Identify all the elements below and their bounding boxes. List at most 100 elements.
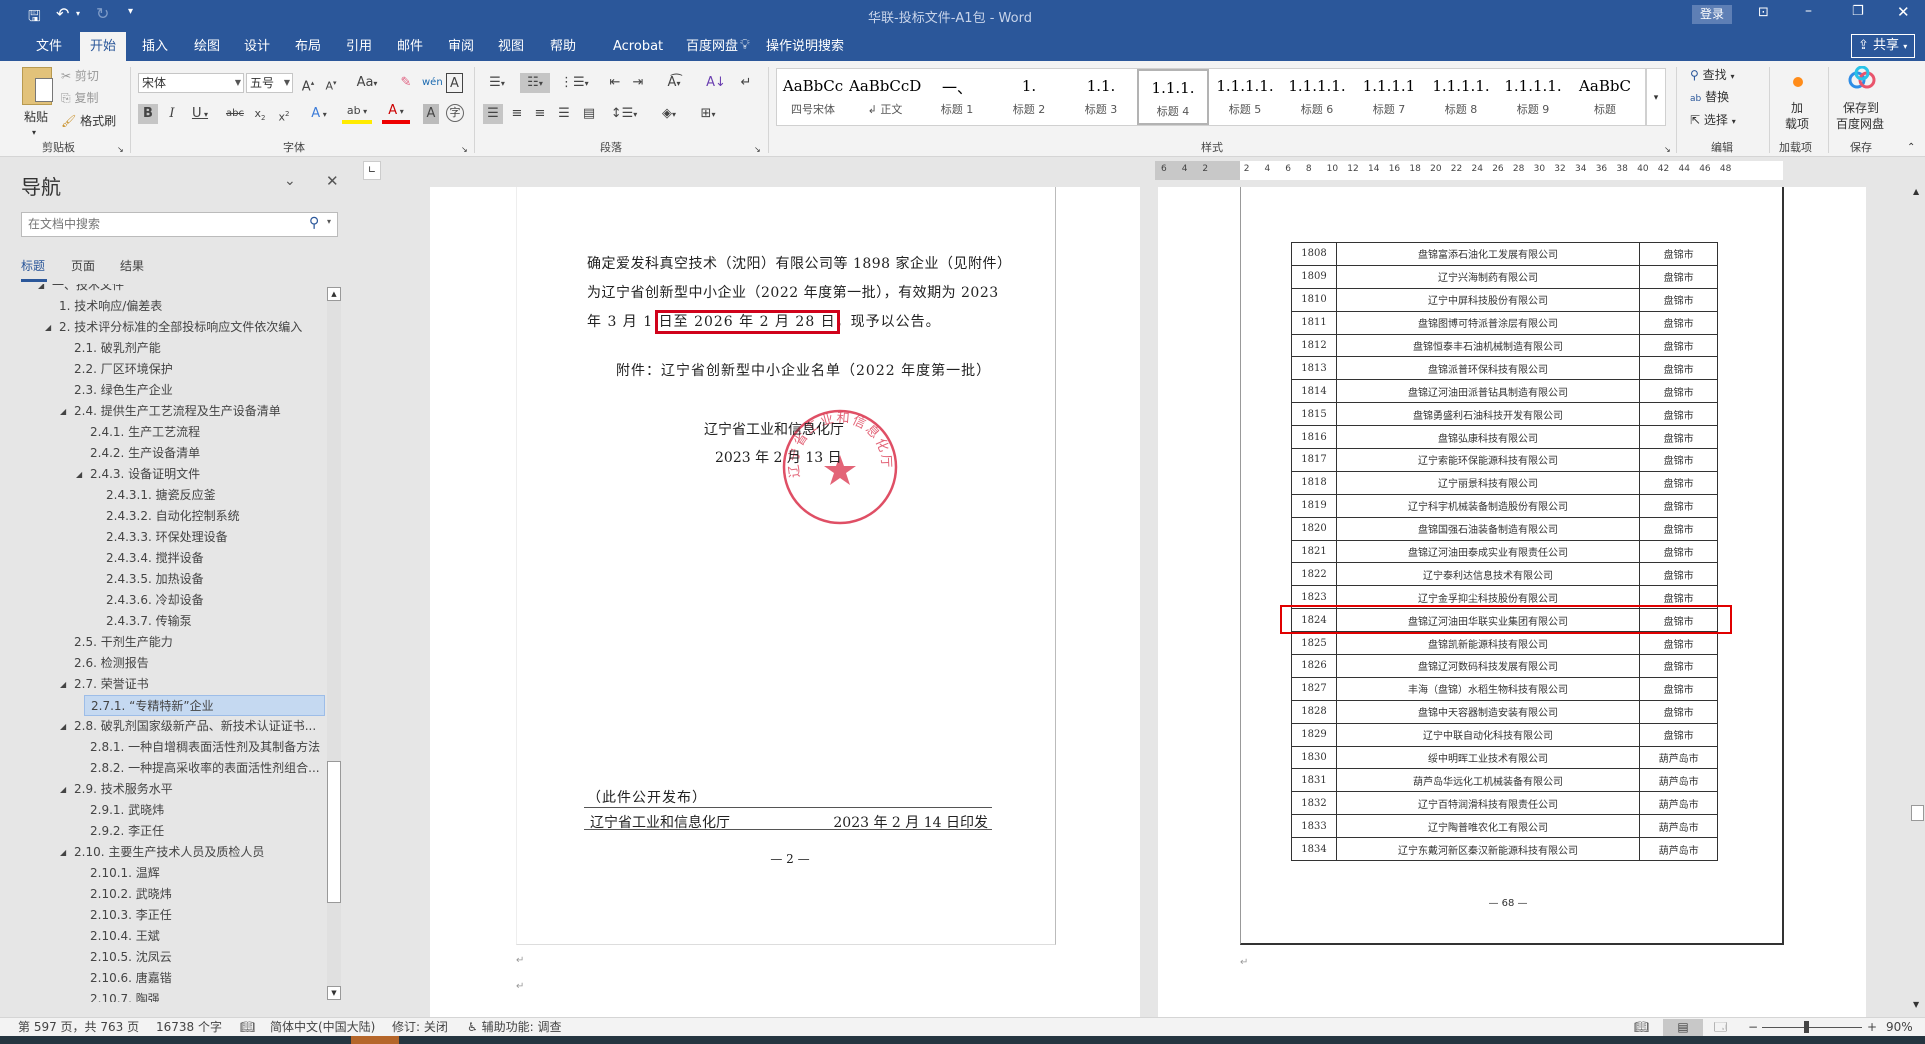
collapse-triangle-icon[interactable]: ◢ bbox=[60, 674, 66, 695]
nav-heading-item[interactable]: 2.4.3.6. 冷却设备 bbox=[0, 590, 325, 611]
nav-heading-item[interactable]: 2.6. 检测报告 bbox=[0, 653, 325, 674]
zoom-slider-thumb[interactable] bbox=[1804, 1021, 1810, 1033]
nav-heading-item[interactable]: 1. 技术响应/偏差表 bbox=[0, 296, 325, 317]
superscript-icon[interactable]: x2 bbox=[276, 104, 292, 124]
align-center-icon[interactable]: ≡ bbox=[508, 104, 526, 124]
web-layout-icon[interactable]: 🗔︎ bbox=[1714, 1019, 1727, 1036]
subscript-icon[interactable]: x2 bbox=[252, 104, 268, 124]
sort-icon[interactable]: A↓ bbox=[706, 73, 726, 93]
collapse-triangle-icon[interactable]: ◢ bbox=[60, 716, 66, 737]
nav-heading-item[interactable]: ◢ 2. 技术评分标准的全部投标响应文件依次编入 bbox=[0, 317, 325, 338]
nav-tab-0[interactable]: 标题 bbox=[21, 257, 45, 274]
bullets-icon[interactable]: ☰▾ bbox=[484, 73, 510, 93]
document-scrollbar[interactable]: ▲ ▼ bbox=[1910, 187, 1925, 1017]
close-icon[interactable]: ✕ bbox=[1897, 3, 1910, 21]
strikethrough-icon[interactable]: abc bbox=[222, 104, 248, 124]
collapse-triangle-icon[interactable]: ◢ bbox=[45, 317, 51, 338]
font-name-combo[interactable]: 宋体 ▼ bbox=[138, 73, 244, 93]
tab-6[interactable]: 引用 bbox=[334, 32, 372, 61]
format-painter-button[interactable]: 🖌︎ 格式刷 bbox=[61, 112, 116, 130]
chevron-down-icon[interactable]: ▾ bbox=[327, 217, 331, 226]
tab-9[interactable]: 视图 bbox=[486, 32, 524, 61]
numbering-icon[interactable]: ☷▾ bbox=[520, 73, 550, 93]
proofing-icon[interactable]: 📖︎ bbox=[240, 1019, 255, 1036]
collapse-triangle-icon[interactable]: ◢ bbox=[76, 464, 82, 485]
chevron-down-icon[interactable]: ⌄ bbox=[284, 173, 296, 189]
language[interactable]: 简体中文(中国大陆) bbox=[270, 1019, 375, 1036]
underline-icon[interactable]: U ▾ bbox=[187, 104, 213, 124]
increase-indent-icon[interactable]: ⇥ bbox=[629, 73, 647, 93]
save-to-baidu-line2[interactable]: 百度网盘 bbox=[1836, 115, 1884, 133]
nav-search-box[interactable]: ⚲ ▾ bbox=[21, 212, 338, 237]
tab-12[interactable]: 百度网盘 bbox=[674, 32, 738, 61]
login-button[interactable]: 登录 bbox=[1692, 5, 1732, 24]
tab-2[interactable]: 插入 bbox=[130, 32, 168, 61]
style-item[interactable]: 1.1.1.1. 标题 9 bbox=[1497, 69, 1569, 125]
style-item[interactable]: 1. 标题 2 bbox=[993, 69, 1065, 125]
scroll-up-icon[interactable]: ▲ bbox=[327, 287, 341, 301]
tab-5[interactable]: 布局 bbox=[283, 32, 321, 61]
horizontal-ruler[interactable]: 6 4 2 2 4 6 8 10 12 14 16 18 20 22 24 26 28 30 32 34 36 38 40 4… bbox=[1155, 161, 1783, 180]
nav-heading-item[interactable]: ◢ 2.8. 破乳剂国家级新产品、新技术认证证书... bbox=[0, 716, 325, 737]
nav-heading-item[interactable]: ◢ 2.9. 技术服务水平 bbox=[0, 779, 325, 800]
word-count[interactable]: 16738 个字 bbox=[156, 1019, 222, 1036]
nav-heading-item[interactable]: 2.10.5. 沈凤云 bbox=[0, 947, 325, 968]
nav-tab-2[interactable]: 结果 bbox=[120, 257, 144, 274]
nav-heading-item[interactable]: 2.4.3.1. 搪瓷反应釜 bbox=[0, 485, 325, 506]
undo-icon[interactable]: ↶ bbox=[56, 4, 69, 23]
nav-heading-item[interactable]: 2.9.2. 李正任 bbox=[0, 821, 325, 842]
scroll-thumb[interactable] bbox=[327, 761, 341, 903]
chinese-layout-icon[interactable]: A͡▾ bbox=[660, 73, 688, 93]
restore-icon[interactable]: ❐ bbox=[1852, 4, 1864, 19]
nav-heading-item[interactable]: 2.10.7. 陶强 bbox=[0, 989, 325, 1002]
undo-dropdown-icon[interactable]: ▾ bbox=[76, 9, 80, 18]
font-size-combo[interactable]: 五号 ▼ bbox=[246, 73, 293, 93]
style-item[interactable]: AaBbCcDdI ↲ 正文 bbox=[849, 69, 921, 125]
tab-1[interactable]: 开始 bbox=[80, 32, 127, 61]
nav-heading-item[interactable]: 2.4.3.7. 传输泵 bbox=[0, 611, 325, 632]
nav-heading-item[interactable]: 2.8.1. 一种自增稠表面活性剂及其制备方法 bbox=[0, 737, 325, 758]
chevron-down-icon[interactable]: ▼ bbox=[235, 74, 241, 92]
addins-icon[interactable] bbox=[1793, 77, 1803, 87]
paste-dropdown-icon[interactable]: ▾ bbox=[32, 124, 36, 142]
character-shading-icon[interactable]: A bbox=[423, 104, 439, 124]
nav-scrollbar[interactable]: ▲ ▼ bbox=[327, 287, 341, 1000]
zoom-in-button[interactable]: + bbox=[1867, 1019, 1877, 1036]
replace-button[interactable]: ab 替换 bbox=[1690, 88, 1729, 108]
style-item[interactable]: 1.1. 标题 3 bbox=[1065, 69, 1137, 125]
nav-heading-item[interactable]: ◢ 2.10. 主要生产技术人员及质检人员 bbox=[0, 842, 325, 863]
accessibility-status[interactable]: ♿︎ 辅助功能: 调查 bbox=[467, 1019, 561, 1036]
nav-heading-item[interactable]: 2.10.3. 李正任 bbox=[0, 905, 325, 926]
collapse-triangle-icon[interactable]: ◢ bbox=[60, 401, 66, 422]
shading-icon[interactable]: ◈▾ bbox=[655, 104, 683, 124]
text-effects-icon[interactable]: A ▾ bbox=[306, 104, 332, 124]
scroll-thumb[interactable] bbox=[1911, 805, 1924, 821]
tab-7[interactable]: 邮件 bbox=[385, 32, 423, 61]
nav-heading-item[interactable]: 2.4.3.4. 搅拌设备 bbox=[0, 548, 325, 569]
tab-3[interactable]: 绘图 bbox=[182, 32, 220, 61]
nav-heading-item[interactable]: 2.8.2. 一种提高采收率的表面活性剂组合... bbox=[0, 758, 325, 779]
style-item[interactable]: 1.1.1.1 标题 7 bbox=[1353, 69, 1425, 125]
share-button[interactable]: ⇪ 共享 ▾ bbox=[1851, 34, 1915, 58]
highlight-color-icon[interactable]: ab ▾ bbox=[342, 104, 372, 124]
customize-qat-icon[interactable]: ▾ bbox=[128, 6, 133, 17]
print-layout-icon[interactable]: ▤ bbox=[1663, 1019, 1703, 1036]
style-item[interactable]: 一、 标题 1 bbox=[921, 69, 993, 125]
close-icon[interactable]: ✕ bbox=[326, 172, 339, 190]
zoom-slider[interactable] bbox=[1762, 1027, 1862, 1028]
nav-tab-1[interactable]: 页面 bbox=[71, 257, 95, 274]
nav-heading-item[interactable]: ◢ 一、技术文件 bbox=[0, 284, 325, 296]
tab-10[interactable]: 帮助 bbox=[538, 32, 576, 61]
tell-me-search[interactable]: 操作说明搜索 bbox=[766, 32, 844, 61]
find-button[interactable]: ⚲ 查找 ▾ bbox=[1690, 66, 1734, 86]
search-icon[interactable]: ⚲ bbox=[309, 215, 319, 231]
collapse-triangle-icon[interactable]: ◢ bbox=[60, 779, 66, 800]
nav-heading-item[interactable]: 2.2. 厂区环境保护 bbox=[0, 359, 325, 380]
nav-heading-item[interactable]: 2.4.3.2. 自动化控制系统 bbox=[0, 506, 325, 527]
addins-button-line2[interactable]: 载项 bbox=[1785, 115, 1809, 133]
read-mode-icon[interactable]: 📖︎ bbox=[1634, 1019, 1649, 1036]
tab-4[interactable]: 设计 bbox=[232, 32, 270, 61]
style-item[interactable]: 1.1.1.1. 标题 8 bbox=[1425, 69, 1497, 125]
nav-heading-item[interactable]: 2.10.6. 唐嘉锴 bbox=[0, 968, 325, 989]
collapse-triangle-icon[interactable]: ◢ bbox=[60, 842, 66, 863]
